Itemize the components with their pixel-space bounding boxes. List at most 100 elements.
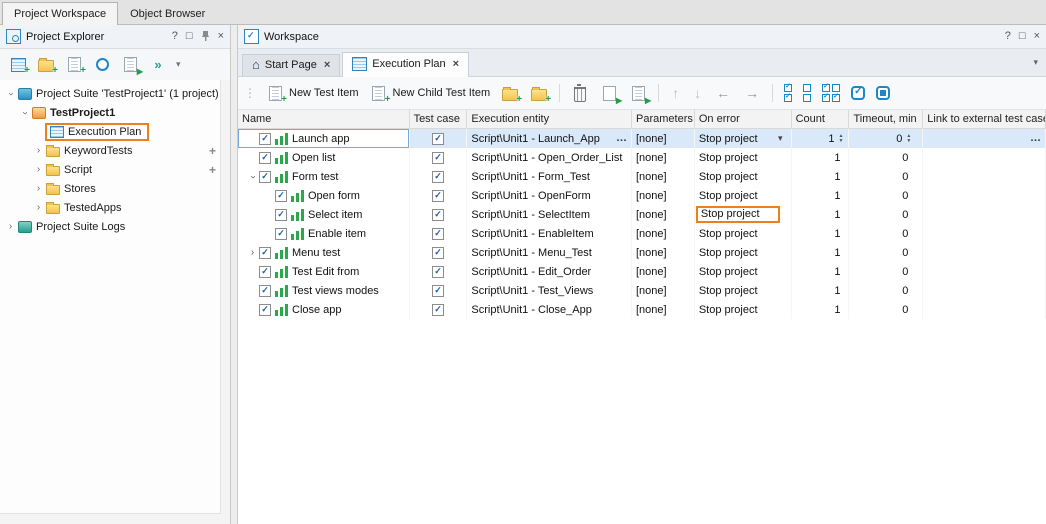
test-item-row-test-edit-from[interactable]: ✓Test Edit from✓Script\Unit1 - Edit_Orde… bbox=[238, 262, 1046, 281]
column-header-timeout-min[interactable]: Timeout, min bbox=[849, 110, 923, 128]
tree-item-keywordtests[interactable]: ›KeywordTests+ bbox=[0, 141, 230, 160]
new-child-test-item-button[interactable]: + New Child Test Item bbox=[367, 83, 494, 104]
item-checkbox[interactable]: ✓ bbox=[259, 304, 271, 316]
tab-object-browser[interactable]: Object Browser bbox=[118, 2, 217, 24]
move-left-button[interactable]: ← bbox=[711, 84, 735, 102]
test-case-checkbox[interactable]: ✓ bbox=[432, 171, 444, 183]
check-all-button[interactable] bbox=[781, 82, 795, 104]
help-button[interactable]: ? bbox=[172, 31, 178, 42]
tree-item-project-suite-testproject1-1-project[interactable]: ›Project Suite 'TestProject1' (1 project… bbox=[0, 84, 230, 103]
test-item-row-menu-test[interactable]: ›✓Menu test✓Script\Unit1 - Menu_Test[non… bbox=[238, 243, 1046, 262]
test-case-checkbox[interactable]: ✓ bbox=[432, 285, 444, 297]
browse-entity-button[interactable]: … bbox=[616, 133, 627, 144]
test-item-row-open-list[interactable]: ✓Open list✓Script\Unit1 - Open_Order_Lis… bbox=[238, 148, 1046, 167]
tree-item-testedapps[interactable]: ›TestedApps bbox=[0, 198, 230, 217]
test-item-row-close-app[interactable]: ✓Close app✓Script\Unit1 - Close_App[none… bbox=[238, 300, 1046, 319]
test-case-checkbox[interactable]: ✓ bbox=[432, 190, 444, 202]
new-project-button[interactable]: + bbox=[6, 54, 30, 75]
collapse-icon[interactable]: › bbox=[248, 170, 258, 183]
close-panel-button[interactable]: × bbox=[1034, 31, 1040, 42]
run-focused-item-button[interactable]: ▶ bbox=[597, 83, 621, 104]
delete-button[interactable] bbox=[568, 83, 592, 104]
item-checkbox[interactable]: ✓ bbox=[259, 133, 271, 145]
disable-item-button[interactable] bbox=[873, 84, 893, 102]
horizontal-scrollbar[interactable] bbox=[0, 513, 230, 524]
tab-start-page[interactable]: ⌂ Start Page × bbox=[242, 54, 340, 76]
close-tab-icon[interactable]: × bbox=[453, 59, 459, 70]
tree-item-stores[interactable]: ›Stores bbox=[0, 179, 230, 198]
toolbar-dropdown-icon[interactable]: ▾ bbox=[174, 59, 183, 70]
spin-down-icon[interactable]: ▼ bbox=[906, 139, 911, 144]
spinner[interactable]: ▲▼ bbox=[839, 134, 844, 144]
add-item-button[interactable]: + bbox=[209, 163, 216, 177]
collapse-icon[interactable]: › bbox=[6, 87, 16, 100]
check-children-button[interactable] bbox=[819, 82, 843, 104]
column-header-execution-entity[interactable]: Execution entity bbox=[467, 110, 632, 128]
expand-icon[interactable]: › bbox=[246, 248, 259, 258]
add-existing-item-button[interactable]: + bbox=[34, 54, 58, 75]
browse-link-button[interactable]: … bbox=[1030, 133, 1041, 144]
item-checkbox[interactable]: ✓ bbox=[275, 228, 287, 240]
test-case-checkbox[interactable]: ✓ bbox=[432, 209, 444, 221]
test-item-row-open-form[interactable]: ✓Open form✓Script\Unit1 - OpenForm[none]… bbox=[238, 186, 1046, 205]
tab-project-workspace[interactable]: Project Workspace bbox=[2, 2, 118, 25]
add-new-item-button[interactable]: + bbox=[62, 54, 86, 75]
item-checkbox[interactable]: ✓ bbox=[259, 152, 271, 164]
column-header-name[interactable]: Name bbox=[238, 110, 410, 128]
enable-item-button[interactable] bbox=[848, 84, 868, 102]
expand-icon[interactable]: › bbox=[4, 222, 17, 232]
tree-item-script[interactable]: ›Script+ bbox=[0, 160, 230, 179]
test-case-checkbox[interactable]: ✓ bbox=[432, 228, 444, 240]
float-button[interactable]: □ bbox=[1019, 31, 1026, 42]
move-right-button[interactable]: → bbox=[740, 84, 764, 102]
help-button[interactable]: ? bbox=[1005, 31, 1011, 42]
new-child-group-button[interactable]: + bbox=[527, 83, 551, 104]
expand-icon[interactable]: › bbox=[32, 184, 45, 194]
column-header-link-to-external-test-case[interactable]: Link to external test case bbox=[923, 110, 1046, 128]
run-project-button[interactable]: ▶ bbox=[118, 54, 142, 75]
item-checkbox[interactable]: ✓ bbox=[259, 266, 271, 278]
float-button[interactable]: □ bbox=[186, 31, 193, 42]
column-header-parameters[interactable]: Parameters bbox=[632, 110, 695, 128]
run-modes-button[interactable]: » bbox=[146, 54, 170, 75]
tree-item-testproject1[interactable]: ›TestProject1 bbox=[0, 103, 230, 122]
test-item-row-enable-item[interactable]: ✓Enable item✓Script\Unit1 - EnableItem[n… bbox=[238, 224, 1046, 243]
test-case-checkbox[interactable]: ✓ bbox=[432, 133, 444, 145]
item-checkbox[interactable]: ✓ bbox=[275, 190, 287, 202]
spinner[interactable]: ▲▼ bbox=[906, 134, 911, 144]
expand-icon[interactable]: › bbox=[32, 203, 45, 213]
uncheck-all-button[interactable] bbox=[800, 82, 814, 104]
move-down-button[interactable]: ↓ bbox=[689, 84, 706, 102]
new-test-item-button[interactable]: + New Test Item bbox=[263, 83, 362, 104]
item-checkbox[interactable]: ✓ bbox=[259, 171, 271, 183]
test-case-checkbox[interactable]: ✓ bbox=[432, 152, 444, 164]
close-panel-button[interactable]: × bbox=[218, 31, 224, 42]
expand-icon[interactable]: › bbox=[32, 165, 45, 175]
column-header-on-error[interactable]: On error bbox=[695, 110, 792, 128]
test-case-checkbox[interactable]: ✓ bbox=[432, 304, 444, 316]
collapse-icon[interactable]: › bbox=[20, 106, 30, 119]
add-item-button[interactable]: + bbox=[209, 144, 216, 158]
panel-splitter[interactable] bbox=[230, 25, 238, 524]
column-header-test-case[interactable]: Test case bbox=[410, 110, 468, 128]
new-group-button[interactable]: + bbox=[498, 83, 522, 104]
item-checkbox[interactable]: ✓ bbox=[259, 285, 271, 297]
run-selected-items-button[interactable]: ▶ bbox=[626, 83, 650, 104]
move-up-button[interactable]: ↑ bbox=[667, 84, 684, 102]
test-item-row-launch-app[interactable]: ✓Launch app✓Script\Unit1 - Launch_App…[n… bbox=[238, 129, 1046, 148]
test-case-checkbox[interactable]: ✓ bbox=[432, 247, 444, 259]
dropdown-arrow-icon[interactable]: ▾ bbox=[778, 133, 783, 144]
expand-icon[interactable]: › bbox=[32, 146, 45, 156]
test-item-row-form-test[interactable]: ›✓Form test✓Script\Unit1 - Form_Test[non… bbox=[238, 167, 1046, 186]
vertical-scrollbar[interactable] bbox=[220, 80, 230, 514]
toolbar-grip[interactable]: ⋮ bbox=[244, 86, 256, 100]
tab-execution-plan[interactable]: Execution Plan × bbox=[342, 52, 469, 77]
organize-tests-button[interactable] bbox=[90, 54, 114, 75]
pin-button[interactable] bbox=[201, 30, 210, 44]
column-header-count[interactable]: Count bbox=[792, 110, 850, 128]
test-item-row-test-views-modes[interactable]: ✓Test views modes✓Script\Unit1 - Test_Vi… bbox=[238, 281, 1046, 300]
close-tab-icon[interactable]: × bbox=[324, 60, 330, 71]
item-checkbox[interactable]: ✓ bbox=[259, 247, 271, 259]
tab-list-dropdown-icon[interactable]: ▾ bbox=[1033, 57, 1042, 68]
item-checkbox[interactable]: ✓ bbox=[275, 209, 287, 221]
